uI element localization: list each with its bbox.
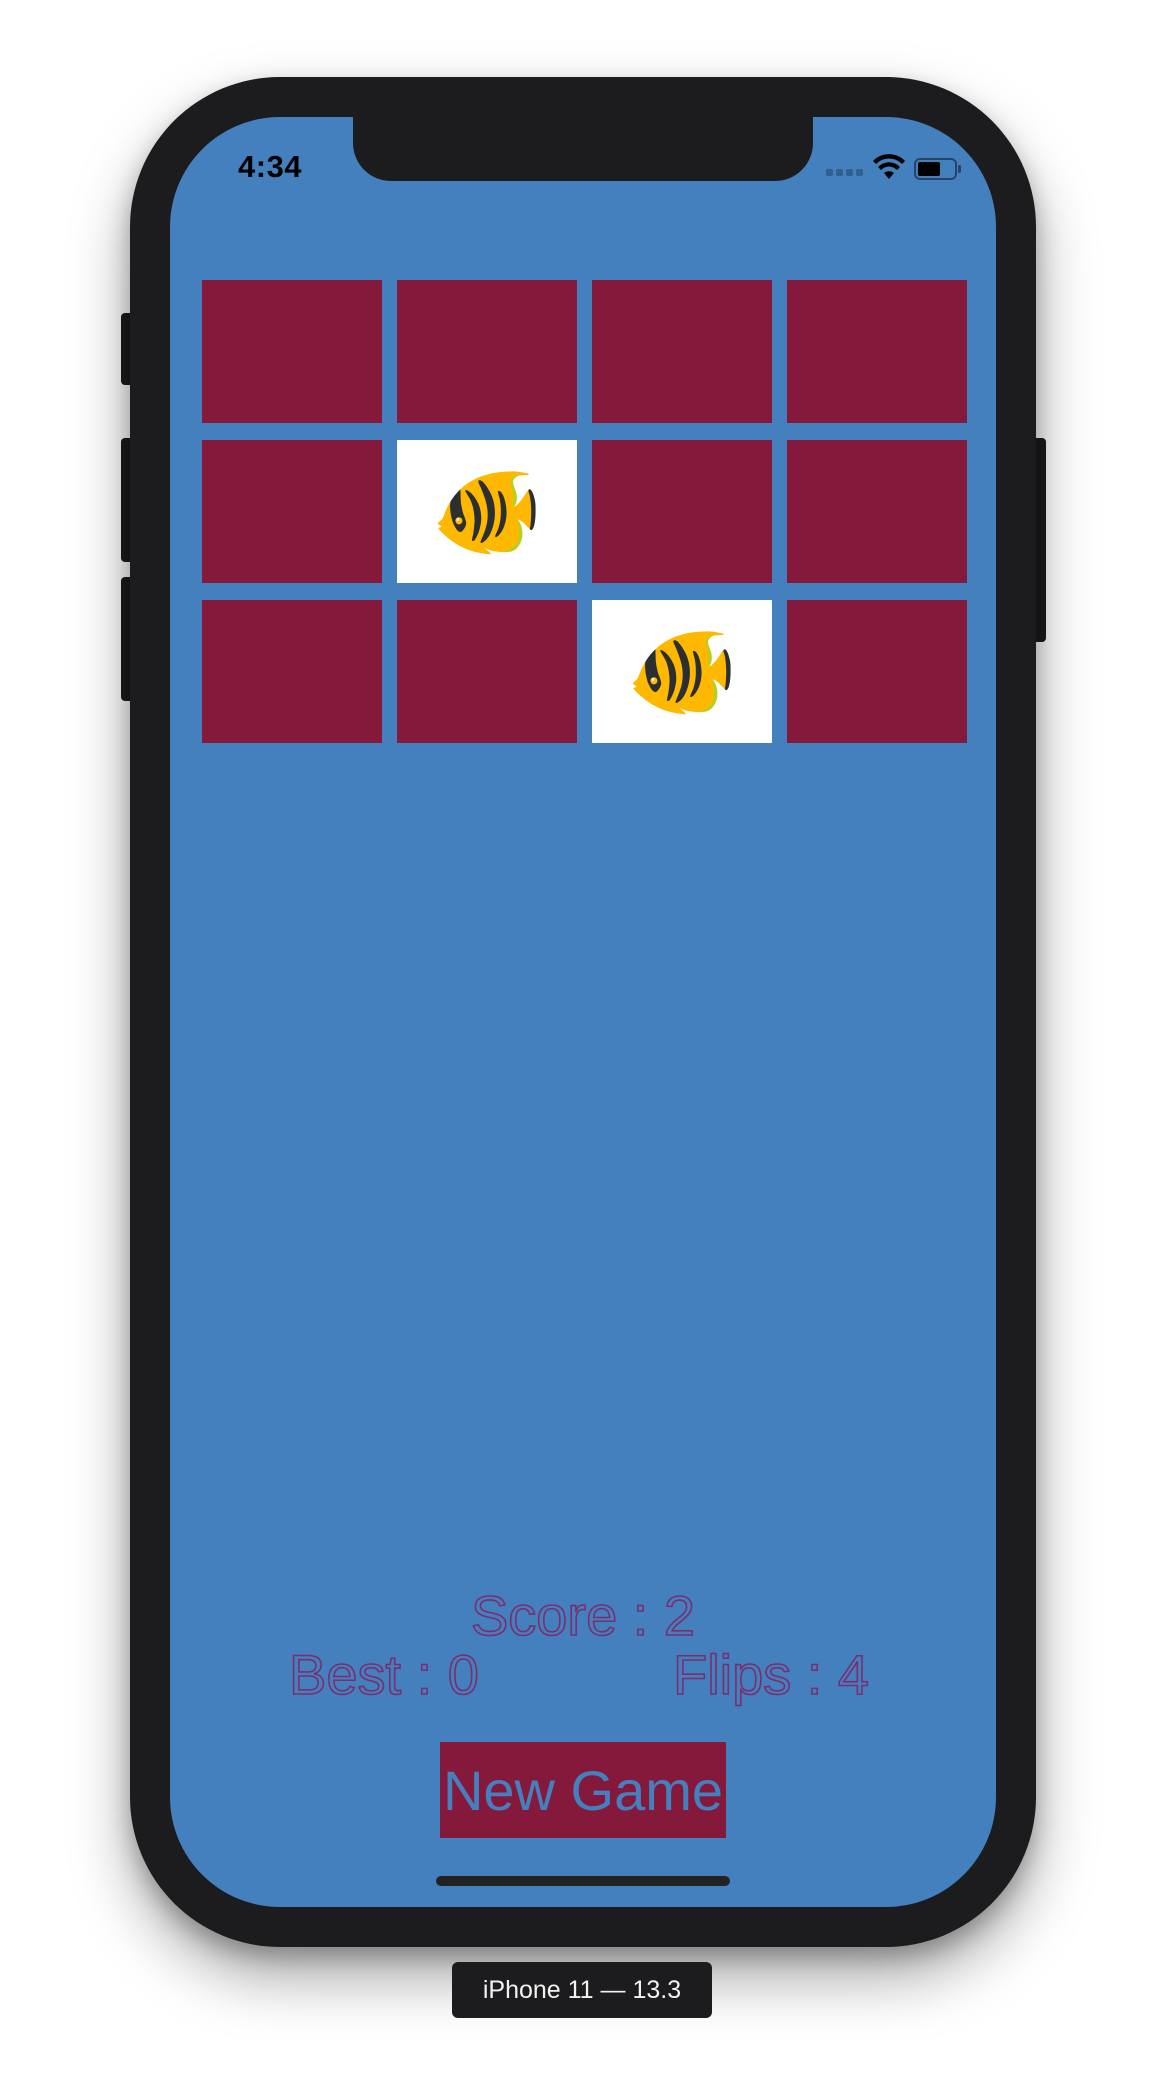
card[interactable] <box>787 280 967 423</box>
iphone-frame: 4:34 🐠 🐠 Score : 2 Best : 0 Flips: 4 Ne… <box>130 77 1036 1947</box>
card[interactable] <box>202 280 382 423</box>
card[interactable]: 🐠 <box>592 600 772 743</box>
notch <box>353 117 813 181</box>
card[interactable] <box>787 440 967 583</box>
card[interactable] <box>397 280 577 423</box>
card[interactable] <box>592 440 772 583</box>
card[interactable] <box>202 600 382 743</box>
card[interactable]: 🐠 <box>397 440 577 583</box>
fish-icon: 🐠 <box>430 461 544 562</box>
status-time: 4:34 <box>238 149 303 184</box>
best-label: Best : 0 <box>288 1642 479 1707</box>
app-screen: 4:34 🐠 🐠 Score : 2 Best : 0 Flips: 4 Ne… <box>170 117 996 1907</box>
device-name-label: iPhone 11 — 13.3 <box>452 1962 712 2018</box>
card[interactable] <box>202 440 382 583</box>
status-icons <box>826 153 962 183</box>
score-label: Score : 2 <box>470 1583 696 1648</box>
battery-icon <box>914 158 961 180</box>
card[interactable] <box>787 600 967 743</box>
home-indicator <box>436 1876 730 1886</box>
wifi-icon <box>873 154 905 179</box>
fish-icon: 🐠 <box>625 621 739 722</box>
card-grid: 🐠 🐠 <box>202 280 967 743</box>
card[interactable] <box>397 600 577 743</box>
cellular-signal-icon <box>826 169 866 177</box>
new-game-button[interactable]: New Game <box>440 1742 726 1838</box>
flips-label: Flips : 4 <box>672 1642 870 1707</box>
card[interactable] <box>592 280 772 423</box>
simulator-stage: 4:34 🐠 🐠 Score : 2 Best : 0 Flips: 4 Ne… <box>0 0 1168 2096</box>
